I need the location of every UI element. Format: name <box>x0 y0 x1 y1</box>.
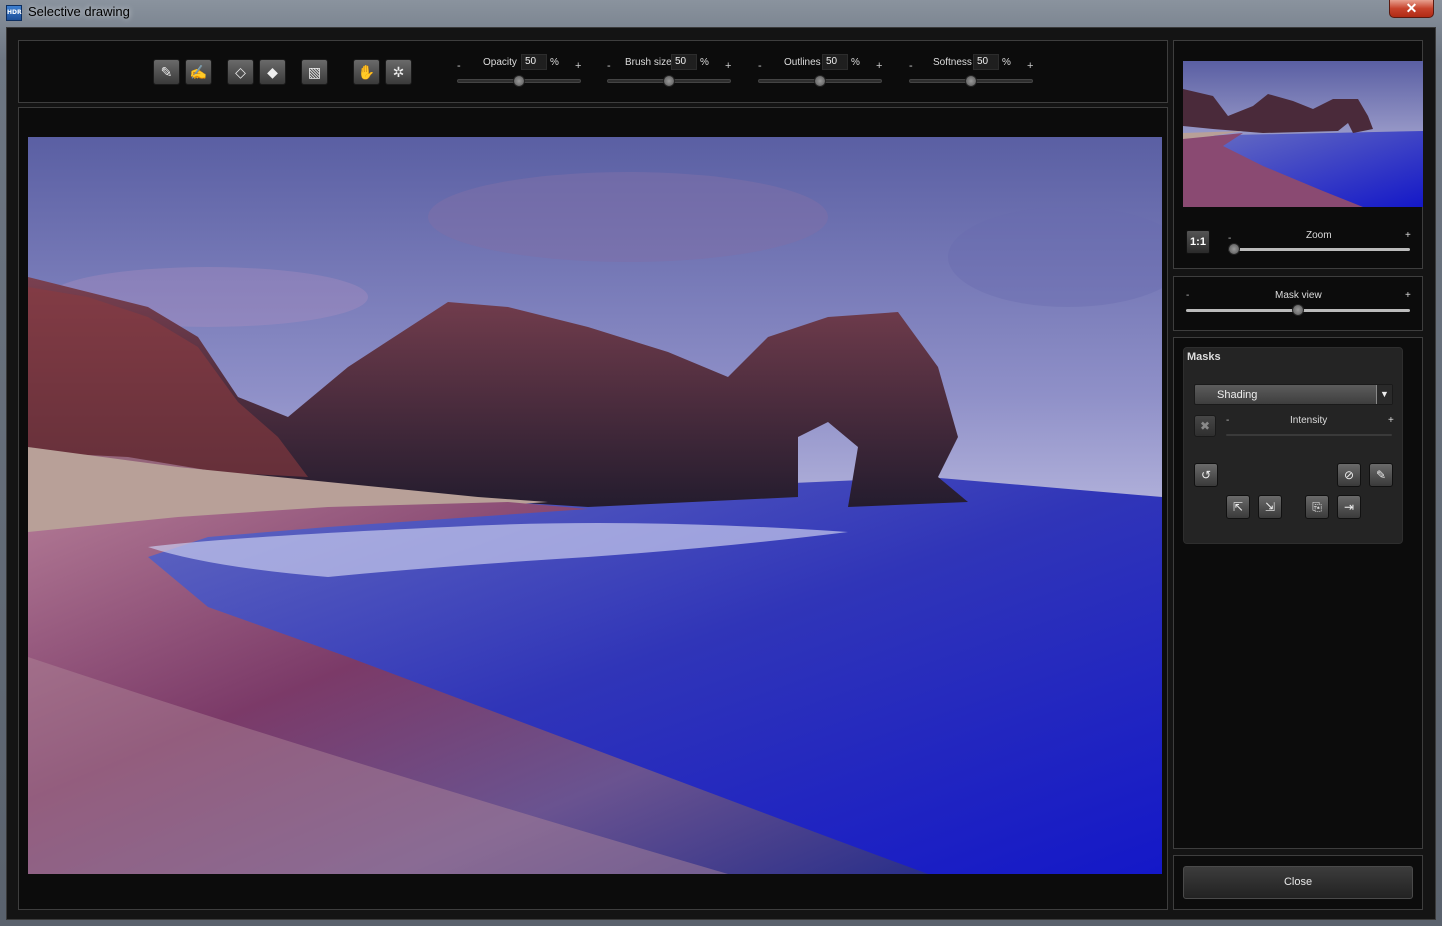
softness-unit: % <box>1002 57 1011 68</box>
masks-panel: Masks Shading ▼ ✖ - Intensity + ↺ ⊘ ✎ ⇱ … <box>1173 337 1423 849</box>
eraser-soft-icon[interactable]: ◆ <box>259 59 286 85</box>
opacity-slider-knob[interactable] <box>513 75 525 87</box>
fill-bucket-icon[interactable]: ▧ <box>301 59 328 85</box>
thumbnail-photo <box>1183 61 1423 207</box>
softness-plus[interactable]: + <box>1027 60 1033 72</box>
brush-size-label: Brush size <box>625 57 672 68</box>
navigator-thumbnail[interactable] <box>1183 61 1423 207</box>
drawing-toolbar: ✎ ✍ ◇ ◆ ▧ ✋ ✲ - Opacity 50 % + - Brush s… <box>18 40 1168 103</box>
mask-view-plus[interactable]: + <box>1405 290 1411 301</box>
one-to-one-button[interactable]: 1:1 <box>1186 230 1210 254</box>
intensity-slider[interactable] <box>1226 434 1392 436</box>
close-panel: Close <box>1173 855 1423 910</box>
opacity-slider[interactable] <box>457 75 581 87</box>
close-button[interactable]: Close <box>1183 866 1413 899</box>
landscape-photo <box>28 137 1162 874</box>
opacity-minus[interactable]: - <box>457 60 461 72</box>
opacity-slider-group: - Opacity 50 % + <box>457 53 587 93</box>
zoom-label: Zoom <box>1306 230 1332 241</box>
brush-size-slider[interactable] <box>607 75 731 87</box>
navigator-panel: 1:1 - Zoom + <box>1173 40 1423 269</box>
zoom-slider-knob[interactable] <box>1228 243 1240 255</box>
intensity-plus[interactable]: + <box>1388 415 1394 426</box>
softness-label: Softness <box>933 57 972 68</box>
app-window: HDR Selective drawing ✕ ✎ ✍ ◇ ◆ ▧ ✋ ✲ - … <box>0 0 1442 926</box>
copy-mask-icon[interactable]: ⎘ <box>1305 495 1329 519</box>
zoom-slider[interactable] <box>1228 243 1410 255</box>
brush-size-plus[interactable]: + <box>725 60 731 72</box>
masks-title: Masks <box>1187 351 1221 363</box>
brush-icon[interactable]: ✎ <box>153 59 180 85</box>
mask-view-panel: - Mask view + <box>1173 276 1423 331</box>
mask-view-slider-knob[interactable] <box>1292 304 1304 316</box>
title-bar[interactable]: HDR Selective drawing ✕ <box>0 0 1442 26</box>
masks-box: Masks Shading ▼ ✖ - Intensity + ↺ ⊘ ✎ ⇱ … <box>1183 347 1403 544</box>
undo-icon[interactable]: ↺ <box>1194 463 1218 487</box>
brush-soft-icon[interactable]: ✍ <box>185 59 212 85</box>
intensity-minus[interactable]: - <box>1226 415 1229 426</box>
opacity-label: Opacity <box>483 57 517 68</box>
eraser-icon[interactable]: ◇ <box>227 59 254 85</box>
delete-mask-icon[interactable]: ✖ <box>1194 415 1216 437</box>
save-mask-icon[interactable]: ⇥ <box>1337 495 1361 519</box>
outlines-minus[interactable]: - <box>758 60 762 72</box>
mask-view-minus[interactable]: - <box>1186 290 1189 301</box>
client-area: ✎ ✍ ◇ ◆ ▧ ✋ ✲ - Opacity 50 % + - Brush s… <box>6 27 1436 920</box>
mask-view-label: Mask view <box>1275 290 1322 301</box>
opacity-plus[interactable]: + <box>575 60 581 72</box>
mask-view-slider[interactable] <box>1186 304 1410 316</box>
softness-slider-knob[interactable] <box>965 75 977 87</box>
mask-type-value: Shading <box>1217 389 1258 401</box>
magic-wand-icon[interactable]: ✲ <box>385 59 412 85</box>
invert-mask-icon[interactable]: ⊘ <box>1337 463 1361 487</box>
brush-size-unit: % <box>700 57 709 68</box>
softness-minus[interactable]: - <box>909 60 913 72</box>
outlines-slider-knob[interactable] <box>814 75 826 87</box>
brush-size-slider-group: - Brush size 50 % + <box>607 53 737 93</box>
intensity-label: Intensity <box>1290 415 1328 426</box>
brush-size-value[interactable]: 50 <box>671 54 697 70</box>
outlines-unit: % <box>851 57 860 68</box>
outlines-plus[interactable]: + <box>876 60 882 72</box>
auto-select-icon[interactable]: ✋ <box>353 59 380 85</box>
zoom-minus[interactable]: - <box>1228 233 1231 244</box>
photo-canvas[interactable] <box>28 137 1162 874</box>
canvas-panel <box>18 107 1168 910</box>
softness-slider-group: - Softness 50 % + <box>909 53 1039 93</box>
opacity-unit: % <box>550 57 559 68</box>
pick-mask-icon[interactable]: ✎ <box>1369 463 1393 487</box>
import-mask-icon[interactable]: ⇲ <box>1258 495 1282 519</box>
outlines-label: Outlines <box>784 57 821 68</box>
brush-size-slider-knob[interactable] <box>663 75 675 87</box>
softness-value[interactable]: 50 <box>973 54 999 70</box>
app-icon: HDR <box>6 5 22 21</box>
window-title: Selective drawing <box>28 4 130 19</box>
chevron-down-icon[interactable]: ▼ <box>1376 385 1392 404</box>
outlines-slider[interactable] <box>758 75 882 87</box>
outlines-slider-group: - Outlines 50 % + <box>758 53 888 93</box>
zoom-plus[interactable]: + <box>1405 230 1411 241</box>
export-mask-icon[interactable]: ⇱ <box>1226 495 1250 519</box>
mask-type-dropdown[interactable]: Shading ▼ <box>1194 384 1393 405</box>
brush-size-minus[interactable]: - <box>607 60 611 72</box>
outlines-value[interactable]: 50 <box>822 54 848 70</box>
window-close-button[interactable]: ✕ <box>1389 0 1434 18</box>
opacity-value[interactable]: 50 <box>521 54 547 70</box>
softness-slider[interactable] <box>909 75 1033 87</box>
